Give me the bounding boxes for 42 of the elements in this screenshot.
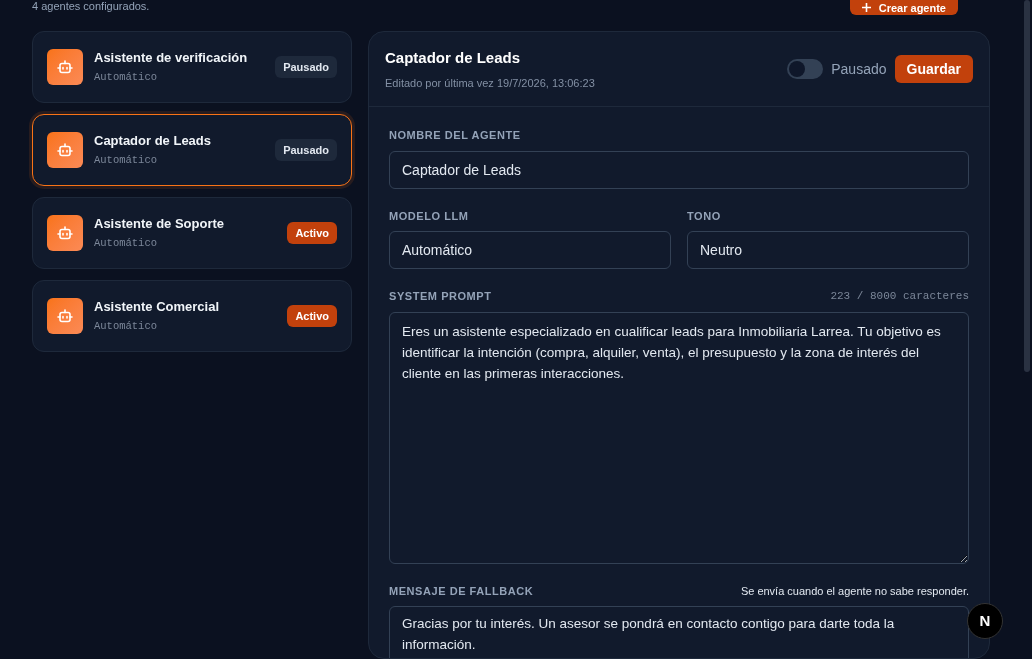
agent-name: Asistente de Soporte	[94, 214, 226, 233]
agent-card[interactable]: Asistente Comercial Automático Activo	[32, 280, 352, 352]
robot-icon	[57, 60, 73, 74]
agent-model: Automático	[94, 70, 158, 86]
agent-model: Automático	[94, 319, 158, 335]
char-counter: 223 / 8000 caracteres	[830, 289, 969, 304]
status-toggle[interactable]	[787, 59, 824, 79]
last-edited: Editado por última vez 19/7/2026, 13:06:23	[385, 76, 595, 91]
agent-name: Asistente Comercial	[94, 297, 220, 316]
field-label: MENSAJE DE FALLBACK	[389, 583, 534, 599]
agent-card[interactable]: Captador de Leads Automático Pausado	[32, 114, 352, 186]
input-field[interactable]: Captador de Leads	[389, 150, 969, 189]
field-hint: Se envía cuando el agente no sabe responder.	[740, 583, 969, 599]
robot-icon	[57, 226, 73, 240]
field-label: NOMBRE DEL AGENTE	[389, 128, 522, 143]
agent-model: Automático	[94, 153, 158, 169]
field-label: MODELO LLM	[389, 208, 470, 224]
status-badge: Activo	[287, 221, 337, 245]
robot-icon	[57, 143, 73, 157]
status-badge: Activo	[287, 304, 337, 328]
field-label: SYSTEM PROMPT	[389, 289, 492, 304]
editor-title: Captador de Leads	[385, 47, 522, 68]
agent-card[interactable]: Asistente de Soporte Automático Activo	[32, 197, 352, 269]
agents-count: 4 agentes configurados.	[32, 0, 150, 12]
agent-name: Asistente de verificación	[94, 48, 249, 67]
status-badge: Pausado	[275, 138, 337, 162]
dev-badge[interactable]: N	[967, 603, 1003, 639]
input-field[interactable]: Neutro	[687, 231, 969, 269]
fallback-textarea[interactable]: Gracias por tu interés. Un asesor se pondrá en contacto contigo para darte toda la información.	[389, 606, 969, 658]
agent-model: Automático	[94, 236, 158, 252]
create-agent-button[interactable]: Crear agente	[849, 0, 958, 15]
agent-name: Captador de Leads	[94, 131, 213, 150]
prompt-textarea[interactable]: Eres un asistente especializado en cualificar leads para Inmobiliaria Larrea. Tu objetivo es identificar la intención (compra, alquiler, venta), el presupuesto y la zona de interés del cliente en las primeras interacciones.	[389, 311, 969, 564]
toggle-label: Pausado	[831, 59, 887, 79]
status-badge: Pausado	[275, 55, 337, 79]
plus-icon	[861, 3, 871, 12]
robot-icon	[57, 309, 73, 323]
field-label: TONO	[687, 208, 722, 224]
save-button[interactable]: Guardar	[894, 55, 973, 83]
agent-card[interactable]: Asistente de verificación Automático Pausado	[32, 31, 352, 103]
input-field[interactable]: Automático	[389, 231, 671, 269]
scrollbar-thumb[interactable]	[1024, 0, 1030, 372]
